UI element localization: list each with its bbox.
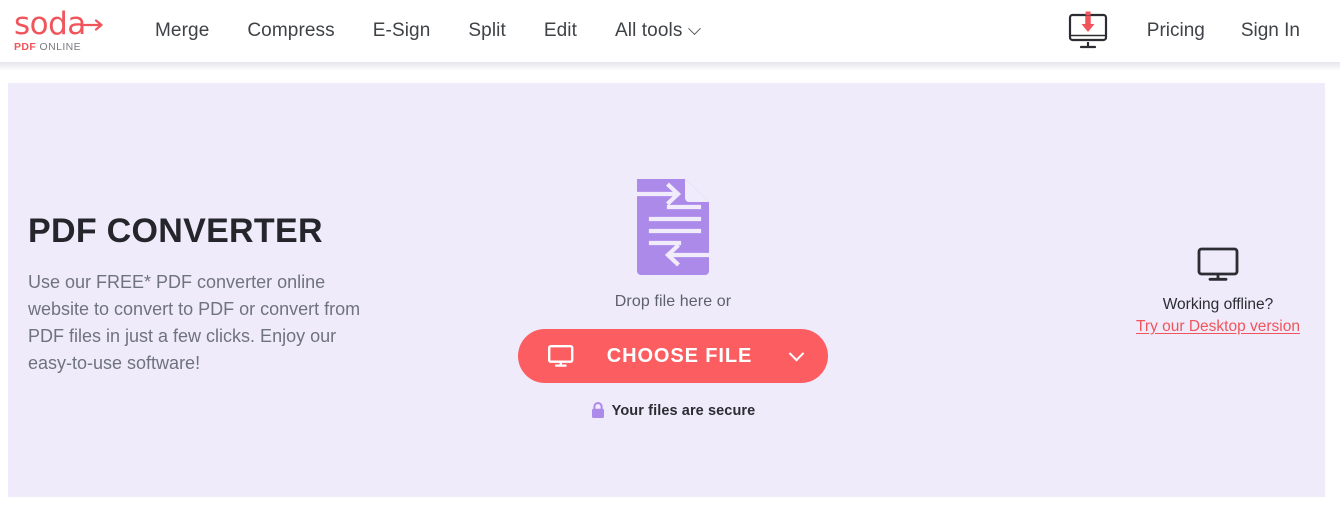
main-nav: Merge Compress E-Sign Split Edit All too…	[136, 14, 718, 48]
chevron-down-icon[interactable]	[788, 345, 805, 361]
chevron-down-icon	[688, 21, 702, 35]
monitor-download-icon	[1068, 11, 1107, 49]
header-actions: Pricing Sign In	[1047, 10, 1318, 52]
hero-description: Use our FREE* PDF converter online websi…	[28, 272, 361, 373]
nav-item-label: Merge	[155, 20, 210, 41]
logo-subtitle-online: ONLINE	[39, 40, 82, 53]
nav-item-merge[interactable]: Merge	[136, 14, 228, 48]
nav-item-label: E-Sign	[372, 20, 431, 41]
offline-label: Working offline?	[1162, 296, 1274, 313]
pdf-convert-document-icon	[633, 179, 713, 275]
nav-item-label: Edit	[543, 20, 577, 41]
upload-widget: Drop file here or CHOOSE FILE Your files…	[448, 83, 898, 497]
nav-item-label: Split	[468, 20, 506, 41]
logo-wordmark-text: soda	[14, 5, 86, 42]
drop-file-text: Drop file here or	[614, 293, 732, 310]
site-header: soda PDF ONLINE Merge Compress E-Sign Sp…	[0, 0, 1340, 71]
offline-promo: Working offline? Try our Desktop version	[1118, 247, 1318, 336]
nav-item-edit[interactable]: Edit	[525, 14, 596, 48]
desktop-download-button[interactable]	[1047, 10, 1129, 52]
hero-text-block: PDF CONVERTER Use our FREE* PDF converte…	[28, 211, 418, 377]
pricing-link[interactable]: Pricing	[1129, 14, 1223, 48]
logo-subtitle: PDF ONLINE	[14, 41, 114, 53]
monitor-icon	[1197, 247, 1239, 281]
hero-section: PDF CONVERTER Use our FREE* PDF converte…	[8, 83, 1325, 497]
logo-arrow-icon	[80, 18, 103, 31]
nav-item-compress[interactable]: Compress	[228, 14, 353, 48]
logo-subtitle-pdf: PDF	[14, 40, 37, 53]
nav-item-split[interactable]: Split	[449, 14, 524, 48]
logo-wordmark: soda	[14, 8, 114, 39]
nav-item-e-sign[interactable]: E-Sign	[354, 14, 450, 48]
nav-item-all-tools[interactable]: All tools	[596, 14, 718, 48]
files-secure-notice: Your files are secure	[591, 402, 756, 419]
logo[interactable]: soda PDF ONLINE	[14, 8, 114, 53]
lock-icon	[591, 402, 604, 418]
page-title: PDF CONVERTER	[28, 212, 323, 250]
choose-file-label: CHOOSE FILE	[606, 344, 753, 367]
desktop-version-link[interactable]: Try our Desktop version	[1136, 318, 1300, 336]
nav-item-label: All tools	[615, 20, 683, 41]
sign-in-link[interactable]: Sign In	[1223, 14, 1318, 48]
choose-file-button[interactable]: CHOOSE FILE	[518, 329, 828, 383]
nav-item-label: Compress	[247, 20, 335, 41]
files-secure-text: Your files are secure	[611, 402, 756, 419]
